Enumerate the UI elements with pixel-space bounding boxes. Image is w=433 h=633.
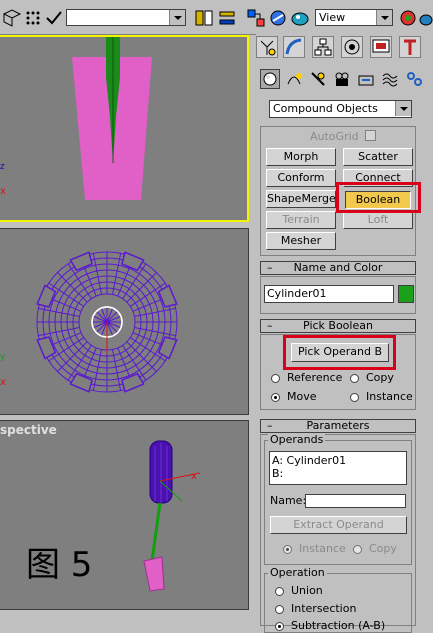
front-view-geometry: z x [0, 37, 152, 200]
space-warps-category-icon[interactable] [381, 70, 399, 91]
pick-operand-highlight-box [283, 335, 396, 370]
conform-button[interactable]: Conform [266, 169, 336, 187]
union-radio[interactable] [275, 587, 284, 596]
extract-copy-label: Copy [369, 542, 397, 555]
pick-boolean-rollout-header[interactable]: – Pick Boolean [260, 319, 416, 333]
create-tab-icon[interactable] [256, 36, 278, 58]
helpers-category-icon[interactable] [357, 70, 375, 91]
svg-text:x: x [0, 377, 6, 388]
viewport-top[interactable]: y x [0, 228, 249, 415]
union-label: Union [291, 584, 323, 597]
teapot-render-icon[interactable] [418, 8, 433, 28]
reference-label: Reference [287, 371, 343, 384]
copy-radio[interactable] [350, 374, 359, 383]
object-name-value: Cylinder01 [267, 287, 327, 300]
autogrid-checkbox[interactable] [365, 130, 376, 141]
morph-button[interactable]: Morph [266, 148, 336, 166]
extract-operand-button[interactable]: Extract Operand [270, 516, 407, 534]
extract-copy-radio[interactable] [353, 545, 362, 554]
boolean-highlight-box [336, 182, 421, 213]
subtraction-ab-radio[interactable] [275, 622, 284, 631]
extract-instance-radio[interactable] [283, 545, 292, 554]
name-and-color-title: Name and Color [293, 261, 383, 274]
motion-tab-icon[interactable] [341, 36, 363, 58]
svg-text:z: z [0, 162, 5, 172]
display-tab-icon[interactable] [370, 36, 392, 58]
move-label: Move [287, 390, 317, 403]
top-view-gear-wireframe: y x [0, 251, 178, 393]
collapse-icon: – [267, 319, 273, 332]
shapes-category-icon[interactable] [285, 70, 303, 91]
snap-grid-icon[interactable] [23, 8, 43, 28]
operands-list[interactable]: A: Cylinder01 B: [269, 451, 407, 485]
scatter-button[interactable]: Scatter [343, 148, 413, 166]
named-selection-set-dropdown[interactable] [66, 9, 186, 26]
copy-label: Copy [366, 371, 394, 384]
render-type-value: View [319, 11, 346, 24]
main-toolbar: View [0, 0, 433, 35]
render-type-dropdown[interactable]: View [315, 9, 393, 26]
parameters-rollout-header[interactable]: – Parameters [260, 419, 416, 433]
lights-category-icon[interactable] [309, 70, 327, 91]
viewport-perspective[interactable]: spective x 图 5 [0, 420, 249, 610]
cameras-category-icon[interactable] [333, 70, 351, 91]
autogrid-label: AutoGrid [310, 130, 359, 143]
terrain-button[interactable]: Terrain [266, 211, 336, 229]
svg-text:x: x [0, 186, 6, 197]
category-dropdown-value: Compound Objects [273, 102, 378, 115]
operation-label: Operation [268, 566, 327, 579]
reference-radio[interactable] [271, 374, 280, 383]
move-radio[interactable] [271, 393, 280, 402]
svg-text:y: y [0, 352, 6, 362]
parameters-title: Parameters [306, 419, 370, 432]
instance-label: Instance [366, 390, 413, 403]
chevron-down-icon[interactable] [169, 10, 185, 25]
intersection-radio[interactable] [275, 605, 284, 614]
operands-label: Operands [268, 433, 326, 446]
category-dropdown[interactable]: Compound Objects [269, 100, 412, 118]
collapse-icon: – [267, 419, 273, 432]
operand-b-item[interactable]: B: [272, 467, 283, 480]
extract-instance-label: Instance [299, 542, 346, 555]
operand-a-item[interactable]: A: Cylinder01 [272, 454, 346, 467]
svg-text:x: x [191, 471, 197, 482]
geometry-category-icon[interactable] [260, 69, 280, 89]
name-and-color-rollout-header[interactable]: – Name and Color [260, 261, 416, 275]
shapemerge-button[interactable]: ShapeMerge [266, 190, 336, 208]
checkmark-icon[interactable] [44, 8, 64, 28]
object-color-swatch[interactable] [398, 285, 414, 303]
quick-render-icon[interactable] [398, 8, 418, 28]
schematic-view-icon[interactable] [268, 8, 288, 28]
pick-boolean-title: Pick Boolean [303, 319, 373, 332]
mesher-button[interactable]: Mesher [266, 232, 336, 250]
chevron-down-icon[interactable] [395, 101, 411, 116]
systems-category-icon[interactable] [405, 70, 423, 91]
utilities-tab-icon[interactable] [399, 36, 421, 58]
viewport-front[interactable]: z x [0, 35, 249, 222]
mirror-icon[interactable] [194, 8, 214, 28]
chevron-down-icon[interactable] [376, 10, 392, 25]
operand-name-field[interactable] [305, 494, 406, 508]
collapse-icon: – [267, 261, 273, 274]
instance-radio[interactable] [350, 393, 359, 402]
select-move-icon[interactable] [2, 8, 22, 28]
object-name-field[interactable]: Cylinder01 [264, 285, 394, 303]
loft-button[interactable]: Loft [343, 211, 413, 229]
material-editor-icon[interactable] [290, 8, 310, 28]
operand-name-label: Name: [270, 494, 307, 507]
intersection-label: Intersection [291, 602, 357, 615]
figure-caption: 图 5 [26, 545, 93, 585]
modify-tab-icon[interactable] [283, 36, 305, 58]
hierarchy-tab-icon[interactable] [312, 36, 334, 58]
align-icon[interactable] [217, 8, 237, 28]
track-view-icon[interactable] [246, 8, 266, 28]
